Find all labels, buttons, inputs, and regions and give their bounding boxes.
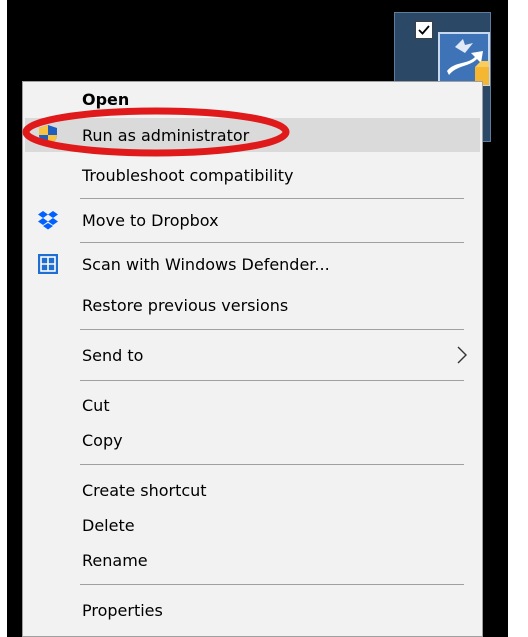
menu-item-label: Cut — [82, 395, 110, 415]
menu-item-label: Properties — [82, 600, 163, 620]
menu-separator — [80, 329, 464, 330]
menu-item-properties[interactable]: Properties — [25, 593, 480, 627]
menu-item-label: Create shortcut — [82, 480, 207, 500]
menu-separator — [80, 464, 464, 465]
chevron-right-icon — [457, 346, 467, 364]
checkmark-icon — [418, 25, 430, 35]
menu-item-label: Copy — [82, 430, 123, 450]
menu-item-label: Move to Dropbox — [82, 210, 219, 230]
menu-item-send-to[interactable]: Send to — [25, 338, 480, 372]
menu-item-rename[interactable]: Rename — [25, 543, 480, 577]
selection-checkbox[interactable] — [415, 21, 433, 39]
menu-separator — [80, 584, 464, 585]
menu-item-open[interactable]: Open — [25, 82, 480, 116]
menu-separator — [80, 380, 464, 381]
menu-item-label: Troubleshoot compatibility — [82, 165, 294, 185]
menu-item-label: Send to — [82, 345, 144, 365]
context-menu: Open Run as administrator Troubleshoot c… — [22, 81, 483, 637]
menu-item-create-shortcut[interactable]: Create shortcut — [25, 473, 480, 507]
menu-item-label: Open — [82, 89, 130, 109]
menu-item-restore-previous-versions[interactable]: Restore previous versions — [25, 288, 480, 322]
menu-item-label: Run as administrator — [82, 125, 250, 145]
menu-item-move-to-dropbox[interactable]: Move to Dropbox — [25, 203, 480, 237]
menu-item-troubleshoot-compatibility[interactable]: Troubleshoot compatibility — [25, 158, 480, 192]
menu-item-delete[interactable]: Delete — [25, 508, 480, 542]
menu-item-cut[interactable]: Cut — [25, 388, 480, 422]
dropbox-icon — [38, 211, 58, 230]
windows-defender-icon — [38, 254, 58, 274]
menu-separator — [80, 198, 464, 199]
menu-item-label: Scan with Windows Defender... — [82, 254, 330, 274]
menu-item-label: Restore previous versions — [82, 295, 289, 315]
menu-separator — [80, 242, 464, 243]
menu-item-scan-with-windows-defender[interactable]: Scan with Windows Defender... — [25, 247, 480, 281]
menu-item-label: Rename — [82, 550, 148, 570]
menu-item-run-as-administrator[interactable]: Run as administrator — [25, 118, 480, 152]
menu-item-copy[interactable]: Copy — [25, 423, 480, 457]
uac-shield-icon — [39, 125, 57, 145]
menu-item-label: Delete — [82, 515, 135, 535]
